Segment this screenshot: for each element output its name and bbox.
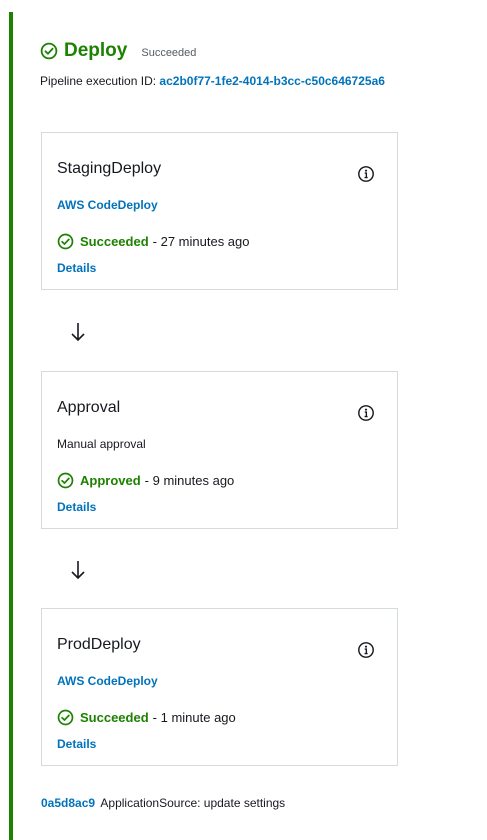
- execution-id-link[interactable]: ac2b0f77-1fe2-4014-b3cc-c50c646725a6: [159, 74, 385, 88]
- check-circle-icon: [57, 472, 74, 489]
- check-circle-icon: [57, 709, 74, 726]
- revision-message: ApplicationSource: update settings: [100, 796, 286, 810]
- info-icon[interactable]: [357, 641, 375, 659]
- arrow-down-icon: [71, 323, 85, 342]
- action-card-approval: Approval Manual approval Approved - 9 mi…: [41, 371, 398, 529]
- action-name: StagingDeploy: [57, 160, 162, 177]
- action-provider-link[interactable]: AWS CodeDeploy: [57, 198, 158, 212]
- action-status-row: Approved - 9 minutes ago: [57, 472, 234, 489]
- check-circle-icon: [40, 42, 58, 60]
- action-time: - 1 minute ago: [152, 710, 236, 725]
- action-card-staging-deploy: StagingDeploy AWS CodeDeploy Succeeded -…: [41, 132, 398, 290]
- check-circle-icon: [57, 233, 74, 250]
- action-time: - 9 minutes ago: [144, 473, 235, 488]
- stage-status-bar: [9, 12, 13, 840]
- action-time: - 27 minutes ago: [152, 234, 250, 249]
- action-provider: Manual approval: [57, 437, 146, 451]
- details-link[interactable]: Details: [57, 500, 96, 514]
- action-status: Succeeded: [80, 710, 149, 725]
- revision-id-link[interactable]: 0a5d8ac9: [41, 796, 95, 810]
- stage-name: Deploy: [64, 40, 128, 61]
- stage-title-row: Deploy Succeeded: [40, 40, 487, 62]
- details-link[interactable]: Details: [57, 261, 96, 275]
- action-card-prod-deploy: ProdDeploy AWS CodeDeploy Succeeded - 1 …: [41, 608, 398, 766]
- stage-status: Succeeded: [141, 47, 197, 59]
- action-status-row: Succeeded - 27 minutes ago: [57, 233, 250, 250]
- action-name: ProdDeploy: [57, 636, 141, 653]
- execution-label: Pipeline execution ID:: [40, 74, 157, 88]
- info-icon[interactable]: [357, 165, 375, 183]
- action-provider-link[interactable]: AWS CodeDeploy: [57, 674, 158, 688]
- details-link[interactable]: Details: [57, 737, 96, 751]
- execution-row: Pipeline execution ID: ac2b0f77-1fe2-401…: [40, 74, 487, 88]
- info-icon[interactable]: [357, 404, 375, 422]
- action-status: Succeeded: [80, 234, 149, 249]
- source-revision: 0a5d8ac9 ApplicationSource: update setti…: [41, 796, 285, 810]
- action-name: Approval: [57, 399, 121, 416]
- arrow-down-icon: [71, 561, 85, 580]
- action-status-row: Succeeded - 1 minute ago: [57, 709, 236, 726]
- action-status: Approved: [80, 473, 141, 488]
- stage-header: Deploy Succeeded Pipeline execution ID: …: [40, 40, 487, 88]
